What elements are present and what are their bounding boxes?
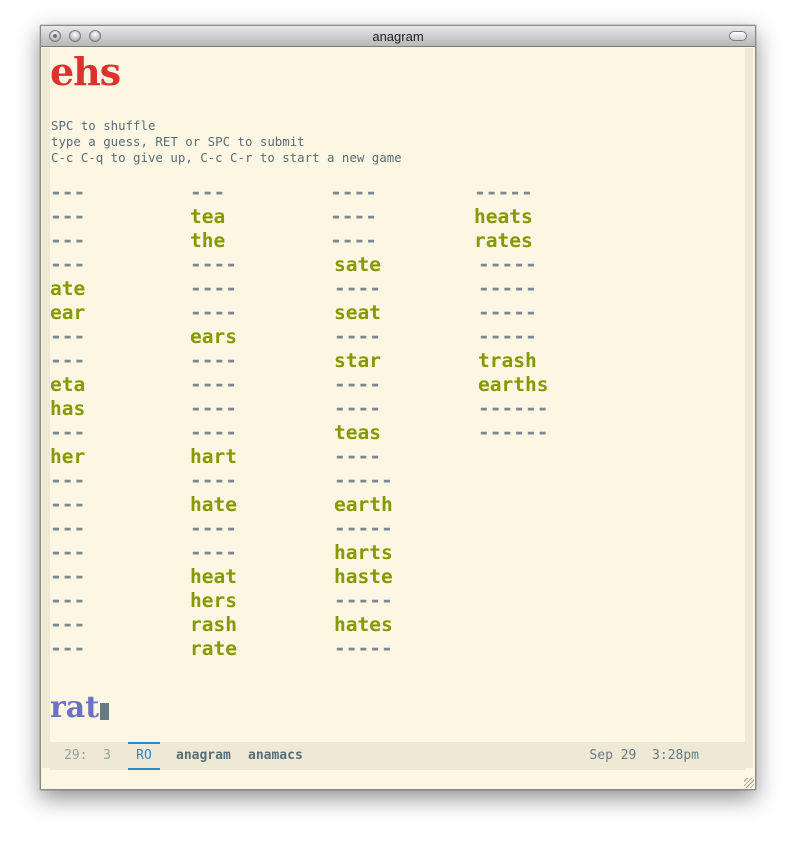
found-word: harts [334, 541, 393, 564]
found-word: rate [190, 637, 237, 660]
help-line: SPC to shuffle [51, 118, 156, 133]
found-word: ears [190, 325, 237, 348]
hidden-word: ----- [334, 589, 393, 612]
hidden-word: --- [50, 493, 86, 516]
found-word: eta [50, 373, 86, 396]
buffer-name[interactable]: anagram [176, 742, 231, 770]
found-word: has [50, 397, 86, 420]
hidden-word: --- [50, 229, 86, 252]
hidden-word: ---- [190, 277, 237, 300]
hidden-word: --- [50, 469, 86, 492]
hidden-word: ----- [478, 277, 537, 300]
hidden-word: ---- [334, 397, 381, 420]
help-line: type a guess, RET or SPC to submit [51, 134, 305, 149]
hidden-word: ---- [190, 349, 237, 372]
hidden-word: --- [190, 181, 226, 204]
scrambled-letters: ehs [50, 49, 121, 94]
hidden-word: ----- [478, 301, 537, 324]
found-word: heat [190, 565, 237, 588]
hidden-word: ------ [478, 397, 549, 420]
guess-input[interactable]: rat [50, 688, 110, 728]
hidden-word: ----- [334, 637, 393, 660]
hidden-word: ---- [190, 301, 237, 324]
hidden-word: --- [50, 565, 86, 588]
resize-handle[interactable] [744, 778, 754, 788]
mode-line: 29: 3 RO anagram anamacs Sep 29 3:28pm [50, 742, 745, 770]
left-fringe [42, 48, 50, 768]
hidden-word: ---- [334, 373, 381, 396]
found-word: sate [334, 253, 381, 276]
hidden-word: --- [50, 325, 86, 348]
hidden-word: ---- [190, 253, 237, 276]
read-only-indicator[interactable]: RO [128, 742, 160, 770]
right-fringe [745, 48, 753, 768]
found-word: teas [334, 421, 381, 444]
hidden-word: --- [50, 421, 86, 444]
hidden-word: --- [50, 205, 86, 228]
hidden-word: ---- [190, 397, 237, 420]
hidden-word: ---- [190, 469, 237, 492]
found-word: the [190, 229, 226, 252]
hidden-word: --- [50, 613, 86, 636]
hidden-word: --- [50, 517, 86, 540]
text-cursor [100, 703, 110, 720]
found-word: trash [478, 349, 537, 372]
hidden-word: ------ [478, 421, 549, 444]
hidden-word: ---- [190, 421, 237, 444]
major-mode[interactable]: anamacs [248, 742, 303, 770]
found-word: hart [190, 445, 237, 468]
line-column-indicator: 29: 3 [64, 748, 111, 763]
found-word: ear [50, 301, 86, 324]
hidden-word: ----- [334, 517, 393, 540]
hidden-word: ----- [334, 469, 393, 492]
hidden-word: ---- [334, 277, 381, 300]
hidden-word: ---- [330, 205, 377, 228]
hidden-word: ---- [190, 541, 237, 564]
hidden-word: --- [50, 349, 86, 372]
hidden-word: --- [50, 589, 86, 612]
found-word: seat [334, 301, 381, 324]
found-word: tea [190, 205, 226, 228]
found-word: ate [50, 277, 86, 300]
found-word: earth [334, 493, 393, 516]
hidden-word: ---- [334, 445, 381, 468]
help-line: C-c C-q to give up, C-c C-r to start a n… [51, 150, 402, 165]
toolbar-toggle-button[interactable] [729, 31, 747, 41]
hidden-word: --- [50, 637, 86, 660]
emacs-window: anagram ehs SPC to shuffle type a guess,… [40, 25, 756, 790]
hidden-word: --- [50, 541, 86, 564]
found-word: hates [334, 613, 393, 636]
found-word: star [334, 349, 381, 372]
found-word: earths [478, 373, 549, 396]
hidden-word: ----- [478, 253, 537, 276]
guess-text: rat [50, 690, 100, 725]
date-time: Sep 29 3:28pm [589, 748, 699, 763]
found-word: heats [474, 205, 533, 228]
hidden-word: ---- [330, 229, 377, 252]
found-word: hate [190, 493, 237, 516]
hidden-word: ---- [330, 181, 377, 204]
found-word: hers [190, 589, 237, 612]
hidden-word: ---- [190, 517, 237, 540]
hidden-word: --- [50, 181, 86, 204]
hidden-word: ---- [334, 325, 381, 348]
title-bar[interactable]: anagram [41, 26, 755, 47]
window-title: anagram [372, 29, 424, 44]
found-word: rates [474, 229, 533, 252]
hidden-word: ----- [474, 181, 533, 204]
hidden-word: ---- [190, 373, 237, 396]
found-word: haste [334, 565, 393, 588]
hidden-word: ----- [478, 325, 537, 348]
found-word: her [50, 445, 86, 468]
help-text: SPC to shuffle type a guess, RET or SPC … [51, 118, 402, 166]
found-word: rash [190, 613, 237, 636]
hidden-word: --- [50, 253, 86, 276]
